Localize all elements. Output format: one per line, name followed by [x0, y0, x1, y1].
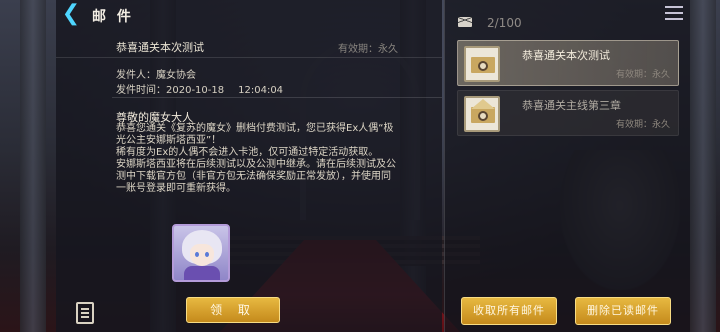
- reward-item[interactable]: [172, 224, 230, 282]
- collect-all-button[interactable]: 收取所有邮件: [461, 297, 557, 325]
- mail-body-line: 测中下载官方包（非官方包无法确保奖励正常发放），并使用同: [116, 171, 391, 182]
- mail-sender: 发件人：魔女协会: [116, 70, 196, 81]
- mail-subject: 恭喜通关本次测试: [116, 41, 204, 54]
- mail-expiry: 有效期：永久: [338, 44, 398, 55]
- mail-envelope-icon: [464, 96, 500, 132]
- mail-item-expiry: 有效期：永久: [615, 120, 670, 130]
- mail-header: ❮ 邮 件: [56, 0, 442, 30]
- reward-character-body: [184, 266, 220, 280]
- mail-detail-panel: ❮ 邮 件 恭喜通关本次测试 有效期：永久 发件人：魔女协会 发件时间：2020…: [56, 0, 442, 332]
- document-icon[interactable]: [76, 302, 94, 324]
- mail-list-header: 2/100: [445, 0, 691, 34]
- send-date: 2020-10-18: [166, 85, 225, 96]
- mail-body-line: 一账号登录即可重新获得。: [116, 183, 236, 194]
- mail-send-time: 发件时间：2020-10-18 12:04:04: [116, 81, 283, 96]
- background-pillar: [690, 0, 716, 332]
- delete-read-button[interactable]: 删除已读邮件: [575, 297, 671, 325]
- reward-character-face: [190, 244, 214, 266]
- mail-envelope-icon: [464, 46, 500, 82]
- mail-body-line: 稀有度为Ex的人偶不会进入卡池，仅可通过特定活动获取。: [116, 147, 379, 158]
- mail-item-expiry: 有效期：永久: [615, 70, 670, 80]
- divider: [112, 97, 442, 98]
- mail-body-line: 光公主安娜斯塔西亚”！: [116, 135, 222, 146]
- mail-body-line: 恭喜您通关《复苏的魔女》删档付费测试，您已获得Ex人偶“极: [116, 123, 394, 134]
- claim-button[interactable]: 领 取: [186, 297, 280, 323]
- reward-character-eye: [195, 252, 199, 257]
- mail-count: 2/100: [487, 16, 522, 30]
- mail-item-title: 恭喜通关主线第三章: [522, 99, 621, 112]
- mail-body: 恭喜您通关《复苏的魔女》删档付费测试，您已获得Ex人偶“极 光公主安娜斯塔西亚”…: [116, 123, 434, 195]
- mail-list-item[interactable]: 恭喜通关本次测试 有效期：永久: [457, 40, 679, 86]
- menu-icon[interactable]: [665, 6, 683, 22]
- mail-body-line: 安娜斯塔西亚将在后续测试以及公测中继承。请在后续测试及公: [116, 159, 396, 170]
- mail-subject-row: 恭喜通关本次测试 有效期：永久: [56, 34, 442, 58]
- mail-list-panel: 2/100 恭喜通关本次测试 有效期：永久 恭喜通关主线第三章 有效期：永久 收…: [444, 0, 690, 332]
- page-title: 邮 件: [92, 9, 134, 25]
- send-time: 12:04:04: [238, 85, 284, 96]
- back-arrow-icon[interactable]: ❮: [58, 2, 84, 28]
- mail-list-item[interactable]: 恭喜通关主线第三章 有效期：永久: [457, 90, 679, 136]
- envelope-icon: [458, 17, 472, 27]
- reward-character-eye: [205, 252, 209, 257]
- mail-item-title: 恭喜通关本次测试: [522, 49, 610, 62]
- background-pillar: [20, 0, 46, 332]
- send-time-label: 发件时间：: [116, 85, 166, 96]
